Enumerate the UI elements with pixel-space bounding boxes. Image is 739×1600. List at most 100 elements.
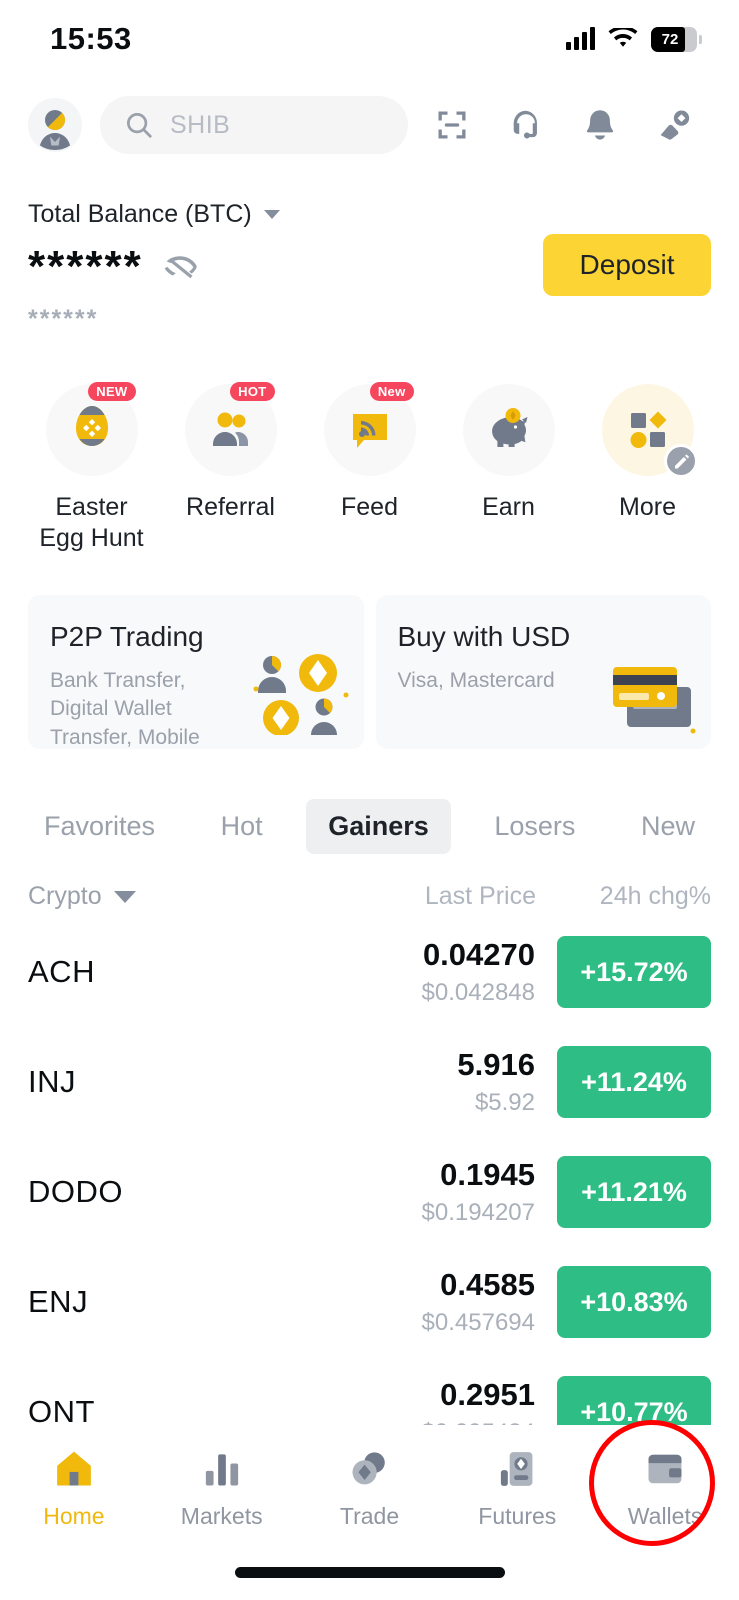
column-header-crypto-label: Crypto — [28, 882, 102, 910]
nav-item-markets[interactable]: Markets — [148, 1447, 296, 1530]
status-bar-indicators: 72 — [566, 26, 702, 52]
quick-action-badge: NEW — [88, 382, 136, 401]
headset-support-icon[interactable] — [489, 96, 563, 154]
battery-icon: 72 — [651, 26, 702, 52]
markets-bars-icon — [205, 1454, 238, 1486]
tab-hot[interactable]: Hot — [199, 799, 285, 854]
nav-label: Futures — [478, 1503, 557, 1529]
nav-item-home[interactable]: Home — [0, 1447, 148, 1530]
promo-card-buy-with-usd[interactable]: Buy with USD Visa, Mastercard — [375, 595, 711, 749]
coin-last-price: 0.2951 — [440, 1377, 535, 1412]
nav-label: Markets — [180, 1503, 263, 1529]
trade-coins-icon — [352, 1452, 386, 1485]
wifi-icon — [608, 28, 638, 47]
coin-last-price: 5.916 — [457, 1047, 535, 1082]
cellular-signal-icon — [566, 27, 595, 50]
column-header-crypto[interactable]: Crypto — [28, 882, 136, 911]
tab-losers[interactable]: Losers — [472, 799, 597, 854]
nav-item-trade[interactable]: Trade — [296, 1447, 444, 1530]
coin-price-group: 0.1945 $0.194207 — [422, 1157, 535, 1227]
coin-fiat-price: $0.042848 — [421, 979, 535, 1006]
nav-label: Wallets — [627, 1503, 703, 1529]
promo-cards-row: P2P Trading Bank Transfer, Digital Walle… — [0, 553, 739, 749]
quick-action-referral[interactable]: HOT Referral — [161, 382, 300, 553]
market-tabs: Favorites Hot Gainers Losers New — [0, 749, 739, 854]
balance-amount: ****** — [28, 242, 143, 291]
feed-speech-bubble-icon: New — [323, 382, 416, 476]
eye-off-icon[interactable] — [161, 248, 199, 286]
coin-fiat-price: $0.457694 — [421, 1309, 535, 1336]
credit-cards-icon — [613, 667, 696, 734]
quick-action-easter-egg-hunt[interactable]: NEW Easter Egg Hunt — [22, 382, 161, 553]
quick-action-badge: New — [369, 382, 414, 401]
tab-gainers[interactable]: Gainers — [306, 799, 451, 854]
hand-coin-pay-icon[interactable] — [637, 96, 711, 154]
table-row[interactable]: INJ 5.916 $5.92 +11.24% — [28, 1027, 711, 1137]
coin-symbol: ENJ — [28, 1284, 89, 1319]
battery-level-text: 72 — [661, 30, 679, 48]
market-list: ACH 0.04270 $0.042848 +15.72% INJ 5.916 … — [0, 911, 739, 1467]
table-row[interactable]: DODO 0.1945 $0.194207 +11.21% — [28, 1137, 711, 1247]
status-badge[interactable]: +11.21% — [557, 1156, 711, 1228]
status-bar: 15:53 72 — [0, 0, 739, 78]
coin-fiat-price: $0.194207 — [421, 1199, 535, 1226]
coin-symbol: ACH — [28, 954, 95, 989]
coin-price-group: 0.04270 $0.042848 — [422, 937, 535, 1007]
search-icon — [127, 113, 152, 138]
search-bar[interactable]: SHIB — [100, 96, 408, 154]
table-row[interactable]: ACH 0.04270 $0.042848 +15.72% — [28, 917, 711, 1027]
coin-symbol: INJ — [28, 1064, 76, 1099]
quick-action-feed[interactable]: New Feed — [300, 382, 439, 553]
quick-action-label-line1: Easter — [55, 493, 128, 521]
quick-action-more[interactable]: More — [578, 384, 717, 553]
referral-people-icon: HOT — [184, 382, 277, 476]
nav-item-futures[interactable]: Futures — [443, 1447, 591, 1530]
bell-notification-icon[interactable] — [563, 96, 637, 154]
promo-card-p2p-trading[interactable]: P2P Trading Bank Transfer, Digital Walle… — [28, 595, 364, 749]
tab-new[interactable]: New — [619, 799, 717, 854]
avatar[interactable] — [28, 98, 82, 152]
table-row[interactable]: ENJ 0.4585 $0.457694 +10.83% — [28, 1247, 711, 1357]
coin-fiat-price: $5.92 — [474, 1089, 535, 1116]
quick-action-label: Earn — [482, 493, 535, 521]
column-header-24h-change[interactable]: 24h chg% — [536, 882, 711, 911]
quick-actions-row: NEW Easter Egg Hunt HOT Referral New Fee… — [0, 334, 739, 553]
balance-currency-selector[interactable]: Total Balance (BTC) — [28, 200, 711, 229]
nav-label: Trade — [339, 1503, 400, 1529]
p2p-people-coins-icon — [253, 654, 348, 735]
quick-action-earn[interactable]: Earn — [439, 384, 578, 553]
piggy-bank-earn-icon — [462, 384, 555, 476]
coin-last-price: 0.1945 — [440, 1157, 535, 1192]
quick-action-label: Referral — [186, 493, 275, 521]
coin-price-group: 5.916 $5.92 — [457, 1047, 535, 1117]
coin-last-price: 0.4585 — [440, 1267, 535, 1302]
nav-item-wallets[interactable]: Wallets — [591, 1447, 739, 1530]
nav-label: Home — [43, 1503, 105, 1529]
coin-last-price: 0.04270 — [422, 937, 535, 972]
status-badge[interactable]: +10.83% — [557, 1266, 711, 1338]
wallet-icon — [648, 1454, 682, 1484]
edit-pencil-icon — [663, 444, 698, 478]
more-shapes-icon — [601, 384, 698, 478]
scan-qr-icon[interactable] — [415, 96, 489, 154]
status-badge[interactable]: +15.72% — [557, 936, 711, 1008]
caret-down-icon — [113, 890, 136, 903]
tab-favorites[interactable]: Favorites — [22, 799, 177, 854]
futures-icon — [501, 1452, 533, 1486]
promo-description: Visa, Mastercard — [397, 669, 555, 692]
status-bar-clock: 15:53 — [50, 21, 132, 56]
column-header-last-price[interactable]: Last Price — [425, 882, 536, 911]
home-icon — [57, 1451, 91, 1486]
promo-description: Bank Transfer, Digital Wallet Transfer, … — [50, 669, 200, 749]
coin-symbol: DODO — [28, 1174, 123, 1209]
market-column-headers: Crypto Last Price 24h chg% — [0, 854, 739, 911]
quick-action-label-line2: Egg Hunt — [39, 523, 144, 552]
search-input[interactable]: SHIB — [170, 111, 230, 140]
bottom-navigation: Home Markets Trade Futures Wallets — [0, 1420, 739, 1600]
user-avatar-icon — [28, 98, 82, 152]
home-indicator-bar — [234, 1567, 505, 1578]
app-screen: 15:53 72 SHIB Total Balance (BTC) ******… — [0, 0, 739, 1600]
quick-action-badge: HOT — [230, 382, 275, 401]
status-badge[interactable]: +11.24% — [557, 1046, 711, 1118]
deposit-button[interactable]: Deposit — [543, 234, 711, 296]
